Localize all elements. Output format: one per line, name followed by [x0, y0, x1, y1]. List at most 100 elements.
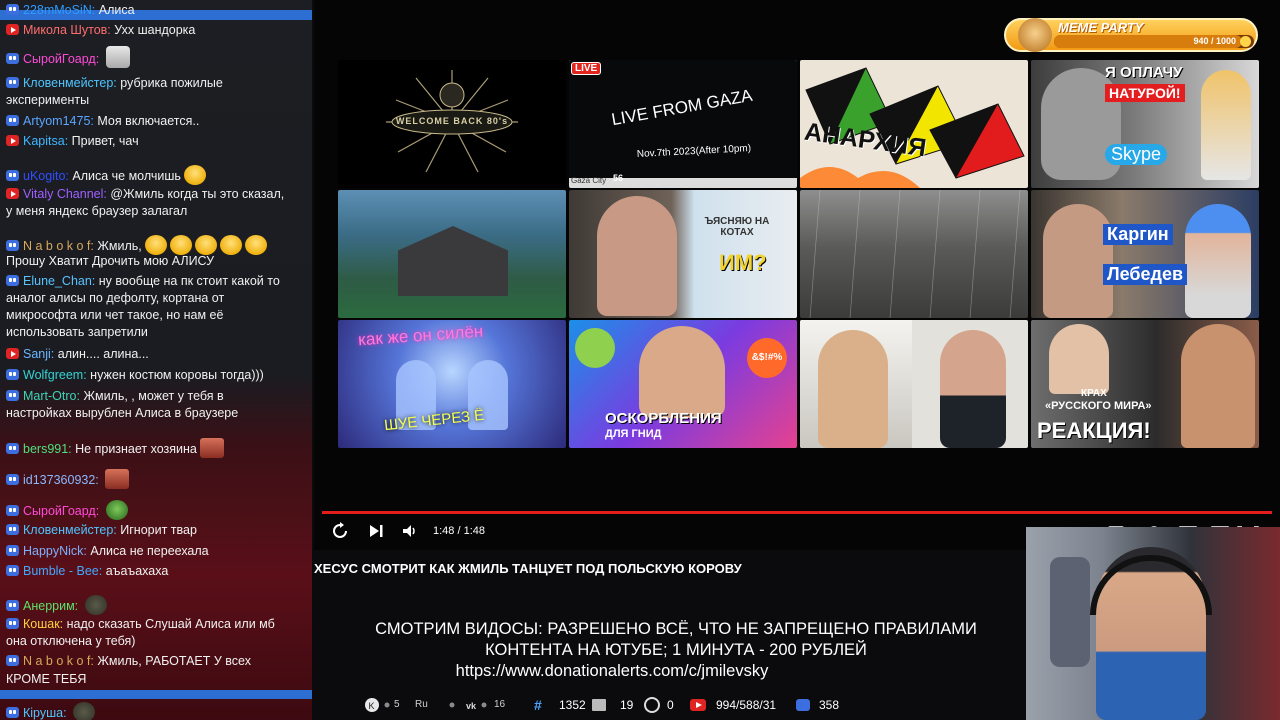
thumbnail-subtitle: Лебедев	[1103, 264, 1188, 285]
chat-username[interactable]: СыройГоард:	[23, 52, 99, 66]
thumbnail-krakh-russkogo-mira[interactable]: КРАХ «РУССКОГО МИРА» РЕАКЦИЯ!	[1031, 320, 1259, 448]
emote-icon	[199, 438, 224, 458]
chat-text: у меня яндекс браузер залагал	[6, 204, 188, 218]
chat-message: uKogito: Алиса че молчишь	[6, 165, 312, 185]
doge-icon	[1018, 18, 1052, 52]
twitch-badge-icon	[6, 390, 19, 401]
chat-username[interactable]: Vitaly Channel:	[23, 187, 107, 201]
chat-username[interactable]: СыройГоард:	[23, 504, 99, 518]
chat-message: аналог алисы по дефолту, кортана от	[6, 290, 312, 307]
chat-highlight-bar-bottom	[0, 690, 312, 699]
chat-message: Sanji: алин.... алина...	[6, 346, 312, 363]
twitch-badge-icon	[6, 524, 19, 535]
thumbnail-oplachu-naturoy[interactable]: Я ОПЛАЧУ НАТУРОЙ! Skype	[1031, 60, 1259, 188]
person-image	[1043, 204, 1113, 318]
chat-username[interactable]: Sanji:	[23, 347, 54, 361]
chat-username[interactable]: 228mMoSiN:	[23, 3, 95, 17]
webcam-feed	[1026, 527, 1280, 720]
volume-button[interactable]	[400, 521, 420, 541]
thumbnail-oskorbleniya[interactable]: &$!#% ОСКОРБЛЕНИЯ ДЛЯ ГНИД	[569, 320, 797, 448]
replay-button[interactable]	[330, 521, 350, 541]
chat-username[interactable]: Микола Шутов:	[23, 23, 111, 37]
svg-text:#: #	[534, 697, 542, 713]
next-button[interactable]	[366, 521, 386, 541]
chat-username[interactable]: Кловенмейстер:	[23, 523, 117, 537]
twitch-badge-icon	[6, 443, 19, 454]
thumbnail-anarchy[interactable]: АНАРХИЯ	[800, 60, 1028, 188]
youtube-badge-icon	[6, 348, 19, 359]
chat-text: нужен костюм коровы тогда)))	[90, 368, 264, 382]
thumbnail-two-guests[interactable]	[800, 320, 1028, 448]
emote-icon	[73, 702, 96, 720]
twitch-badge-icon	[6, 618, 19, 629]
chat-text: @Жмиль когда ты это сказал,	[110, 187, 285, 201]
person-image	[818, 330, 888, 448]
twitch-badge-icon	[6, 240, 19, 251]
emote-icon	[105, 500, 128, 520]
chat-text: ну вообще на пк стоит какой то	[98, 274, 280, 288]
chat-username[interactable]: Mart-Otro:	[23, 389, 80, 403]
chat-text: аналог алисы по дефолту, кортана от	[6, 291, 225, 305]
stat-youtube-count: 994/588/31	[716, 698, 777, 712]
chat-message: Kapitsa: Привет, чач	[6, 133, 312, 150]
rain-lines-icon	[809, 190, 1021, 318]
stat-hash-count: 1352	[559, 698, 586, 712]
chat-text: Жмиль,	[97, 239, 142, 253]
chat-username[interactable]: Bumble - Bee:	[23, 564, 102, 578]
chat-message: Wolfgreem: нужен костюм коровы тогда)))	[6, 367, 312, 384]
thumbnail-on-cats[interactable]: ЪЯСНЯЮ НА КОТАХ ИМ?	[569, 190, 797, 318]
chat-message: Artyom1475: Моя включается..	[6, 113, 312, 130]
chat-message: Vitaly Channel: @Жмиль когда ты это сказ…	[6, 186, 312, 203]
chat-message: настройках вырублен Алиса в браузере	[6, 405, 312, 422]
svg-text:vk: vk	[466, 701, 477, 711]
thumbnail-rain-forest[interactable]	[800, 190, 1028, 318]
chat-username[interactable]: Кошак:	[23, 617, 63, 631]
chat-username[interactable]: Artyom1475:	[23, 114, 94, 128]
stat-k-count: 5	[394, 699, 400, 710]
thumbnail-title: WELCOME BACK 80's	[395, 116, 509, 126]
thumbnail-subtitle: НАТУРОЙ!	[1105, 84, 1185, 102]
video-player[interactable]: WELCOME BACK 80's LIVE LIVE FROM GAZA No…	[314, 0, 1280, 550]
chat-text: Жмиль, , может у тебя в	[83, 389, 224, 403]
thumbnail-subtitle: ИМ?	[719, 250, 767, 275]
chat-username[interactable]: Кiруша:	[23, 706, 67, 720]
house-image	[398, 226, 508, 296]
chat-username[interactable]: Анеррим:	[23, 599, 78, 613]
stat-ru-label: Ru	[415, 699, 428, 710]
thumbnail-forest-house[interactable]	[338, 190, 566, 318]
twitch-badge-icon	[6, 115, 19, 126]
thumbnail-kak-zhe-on-silen[interactable]: как же он силён ШУЕ ЧЕРЕЗ Ё	[338, 320, 566, 448]
chat-text: надо сказать Слушай Алиса или мб	[66, 617, 275, 631]
chat-username[interactable]: Kapitsa:	[23, 134, 68, 148]
stat-g-left: 19	[620, 698, 634, 712]
chat-message: у меня яндекс браузер залагал	[6, 203, 312, 220]
chat-message: эксперименты	[6, 92, 312, 109]
chat-message: Elune_Chan: ну вообще на пк стоит какой …	[6, 273, 312, 290]
chat-username[interactable]: N a b o k o f:	[23, 654, 94, 668]
chat-username[interactable]: id137360932:	[23, 473, 99, 487]
video-progress-bar[interactable]	[322, 511, 1272, 514]
chat-username[interactable]: Wolfgreem:	[23, 368, 87, 382]
thumbnail-welcome-back[interactable]: WELCOME BACK 80's	[338, 60, 566, 188]
twitch-badge-icon	[6, 170, 19, 181]
sick-emoji-icon	[575, 328, 615, 368]
emote-icon	[144, 235, 167, 255]
twitch-badge-icon	[6, 565, 19, 576]
chat-username[interactable]: Elune_Chan:	[23, 274, 95, 288]
thumbnail-live-from-gaza[interactable]: LIVE LIVE FROM GAZA Nov.7th 2023(After 1…	[569, 60, 797, 188]
thumbnail-kargin-lebedev[interactable]: Каргин Лебедев	[1031, 190, 1259, 318]
chat-message: Bumble - Bee: аъаъахаха	[6, 563, 312, 580]
chat-username[interactable]: N a b o k o f:	[23, 239, 94, 253]
chat-username[interactable]: uKogito:	[23, 169, 69, 183]
emote-icon	[169, 235, 192, 255]
chat-text: микрософта или чет такое, но нам её	[6, 308, 224, 322]
chat-message: N a b o k o f: Жмиль,	[6, 235, 312, 255]
chat-username[interactable]: bers991:	[23, 442, 72, 456]
chat-username[interactable]: Кловенмейстер:	[23, 76, 117, 90]
chat-text: Алиса че молчишь	[72, 169, 181, 183]
emote-icon	[244, 235, 267, 255]
thumbnail-title: Каргин	[1103, 224, 1173, 245]
twitch-badge-icon	[6, 474, 19, 485]
chat-username[interactable]: HappyNick:	[23, 544, 87, 558]
stream-stats-bar: K vk # 5 Ru 16 1352 19 0 994/588/31 358	[360, 692, 860, 718]
